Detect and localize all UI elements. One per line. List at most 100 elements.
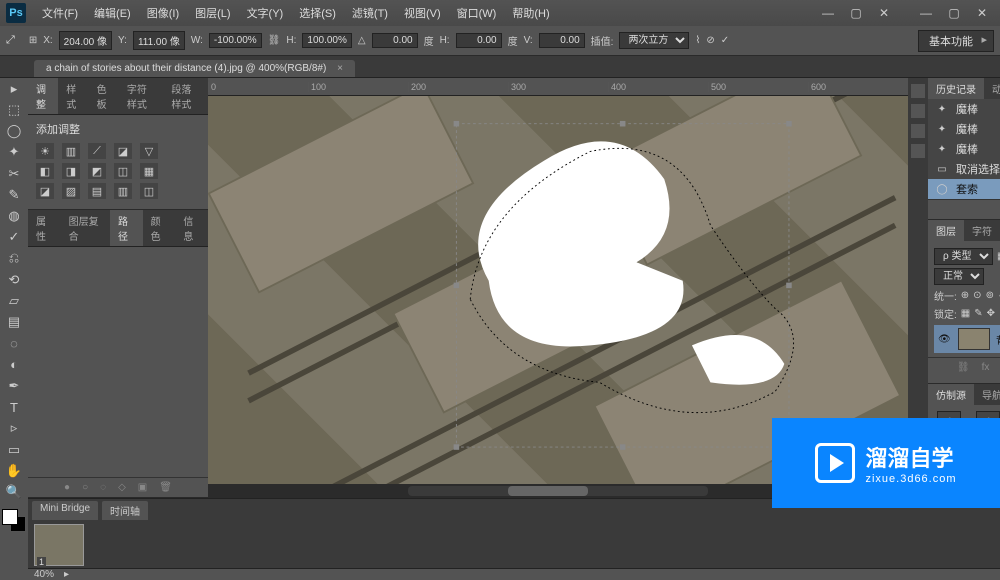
cancel-icon[interactable]: ⊘ bbox=[706, 35, 714, 46]
shape-tool[interactable]: ▭ bbox=[0, 439, 28, 460]
heal-tool[interactable]: ◍ bbox=[0, 205, 28, 226]
history-row[interactable]: ▭取消选择 bbox=[928, 159, 1000, 179]
tab-properties[interactable]: 属性 bbox=[28, 210, 61, 246]
adj-poster-icon[interactable]: ▨ bbox=[62, 183, 80, 199]
commit-icon[interactable]: ✓ bbox=[721, 35, 729, 46]
collapsed-icon[interactable] bbox=[911, 124, 925, 138]
menu-filter[interactable]: 滤镜(T) bbox=[344, 1, 396, 25]
hskew-input[interactable]: 0.00 bbox=[456, 33, 502, 48]
warp-icon[interactable]: ⌇ bbox=[695, 35, 700, 46]
close-tab-icon[interactable]: × bbox=[337, 63, 343, 74]
collapsed-icon[interactable] bbox=[911, 84, 925, 98]
adj-select-icon[interactable]: ◫ bbox=[140, 183, 158, 199]
menu-view[interactable]: 视图(V) bbox=[396, 1, 449, 25]
tab-paths[interactable]: 路径 bbox=[110, 210, 143, 246]
unify-pos-icon[interactable]: ⊕ bbox=[961, 290, 969, 301]
tab-color[interactable]: 颜色 bbox=[143, 210, 176, 246]
gradient-tool[interactable]: ▤ bbox=[0, 312, 28, 333]
adj-brightness-icon[interactable]: ☀ bbox=[36, 143, 54, 159]
ruler-horizontal[interactable]: 0 100 200 300 400 500 600 bbox=[208, 78, 908, 96]
tab-adjustments[interactable]: 调整 bbox=[28, 78, 58, 114]
collapsed-icon[interactable] bbox=[911, 144, 925, 158]
tab-clonesource[interactable]: 仿制源 bbox=[928, 384, 974, 405]
pen-tool[interactable]: ✒ bbox=[0, 375, 28, 396]
unify-vis-icon[interactable]: ⊙ bbox=[973, 290, 981, 301]
marquee-tool[interactable]: ⬚ bbox=[0, 99, 28, 120]
adj-mixer-icon[interactable]: ◫ bbox=[114, 163, 132, 179]
h-input[interactable]: 100.00% bbox=[302, 33, 351, 48]
adj-levels-icon[interactable]: ▥ bbox=[62, 143, 80, 159]
layer-item[interactable]: 👁 背景 🔒 bbox=[934, 325, 1000, 353]
y-input[interactable]: 111.00 像 bbox=[133, 31, 185, 50]
adj-map-icon[interactable]: ▥ bbox=[114, 183, 132, 199]
move-tool[interactable]: ▸ bbox=[0, 78, 28, 99]
document-tab[interactable]: a chain of stories about their distance … bbox=[34, 60, 355, 77]
tab-history[interactable]: 历史记录 bbox=[928, 78, 984, 99]
hand-tool[interactable]: ✋ bbox=[0, 460, 28, 481]
dodge-tool[interactable]: ◐ bbox=[0, 354, 28, 375]
history-row[interactable]: ✦魔棒 bbox=[928, 119, 1000, 139]
adj-hue-icon[interactable]: ◧ bbox=[36, 163, 54, 179]
blur-tool[interactable]: ◌ bbox=[0, 333, 28, 354]
vskew-input[interactable]: 0.00 bbox=[539, 33, 585, 48]
adj-photo-icon[interactable]: ◩ bbox=[88, 163, 106, 179]
history-row-selected[interactable]: ◯套索 bbox=[928, 179, 1000, 199]
path-new-icon[interactable]: ▣ bbox=[138, 482, 147, 493]
menu-type[interactable]: 文字(Y) bbox=[239, 1, 292, 25]
tab-timeline[interactable]: 时间轴 bbox=[102, 501, 148, 520]
status-info-icon[interactable]: ▸ bbox=[64, 569, 69, 580]
adj-lookup-icon[interactable]: ▦ bbox=[140, 163, 158, 179]
tab-layercomps[interactable]: 图层复合 bbox=[61, 210, 110, 246]
w-input[interactable]: -100.00% bbox=[209, 33, 262, 48]
adj-curves-icon[interactable]: ⟋ bbox=[88, 143, 106, 159]
adj-invert-icon[interactable]: ◪ bbox=[36, 183, 54, 199]
crop-tool[interactable]: ✂ bbox=[0, 163, 28, 184]
color-swatch[interactable] bbox=[2, 509, 26, 532]
layer-fx-icon[interactable]: fx bbox=[982, 362, 990, 379]
tab-layers[interactable]: 图层 bbox=[928, 220, 964, 241]
x-input[interactable]: 204.00 像 bbox=[59, 31, 112, 50]
mini-thumbnail[interactable]: 1 bbox=[34, 524, 84, 566]
tab-swatches[interactable]: 色板 bbox=[89, 78, 119, 114]
tab-charstyles[interactable]: 字符样式 bbox=[119, 78, 164, 114]
eye-icon[interactable]: 👁 bbox=[938, 334, 952, 345]
scrollbar-thumb[interactable] bbox=[508, 486, 588, 496]
menu-window[interactable]: 窗口(W) bbox=[449, 1, 505, 25]
collapsed-icon[interactable] bbox=[911, 104, 925, 118]
link-icon[interactable]: ⛓ bbox=[268, 35, 281, 46]
lock-trans-icon[interactable]: ▦ bbox=[961, 308, 970, 319]
stamp-tool[interactable]: ⎌ bbox=[0, 248, 28, 269]
adj-vibrance-icon[interactable]: ▽ bbox=[140, 143, 158, 159]
lock-pos-icon[interactable]: ✥ bbox=[987, 308, 995, 319]
inner-min-button[interactable]: — bbox=[816, 5, 840, 21]
layer-filter-select[interactable]: ρ 类型 bbox=[934, 248, 993, 265]
eyedropper-tool[interactable]: ✎ bbox=[0, 184, 28, 205]
history-row[interactable]: ✦魔棒 bbox=[928, 139, 1000, 159]
transform-icon[interactable]: ⤢ bbox=[6, 34, 15, 47]
menu-select[interactable]: 选择(S) bbox=[291, 1, 344, 25]
tab-actions[interactable]: 动作 bbox=[984, 78, 1000, 99]
lock-pixel-icon[interactable]: ✎ bbox=[974, 308, 982, 319]
path-selection-icon[interactable]: ◌ bbox=[100, 482, 106, 493]
layer-thumbnail[interactable] bbox=[958, 328, 990, 350]
history-row[interactable]: ✦魔棒 bbox=[928, 99, 1000, 119]
close-button[interactable]: ✕ bbox=[970, 5, 994, 21]
scrollbar-horizontal[interactable] bbox=[408, 486, 708, 496]
path-fill-icon[interactable]: ● bbox=[64, 482, 70, 493]
minimize-button[interactable]: — bbox=[914, 5, 938, 21]
menu-image[interactable]: 图像(I) bbox=[139, 1, 187, 25]
link-layers-icon[interactable]: ⛓ bbox=[957, 362, 970, 379]
menu-file[interactable]: 文件(F) bbox=[34, 1, 86, 25]
fg-color[interactable] bbox=[2, 509, 18, 525]
path-stroke-icon[interactable]: ○ bbox=[82, 482, 88, 493]
history-brush-tool[interactable]: ⟲ bbox=[0, 269, 28, 290]
angle-input[interactable]: 0.00 bbox=[372, 33, 418, 48]
brush-tool[interactable]: ✓ bbox=[0, 227, 28, 248]
adj-thresh-icon[interactable]: ▤ bbox=[88, 183, 106, 199]
path-select-tool[interactable]: ▹ bbox=[0, 418, 28, 439]
tab-character[interactable]: 字符 bbox=[964, 220, 1000, 241]
menu-edit[interactable]: 编辑(E) bbox=[86, 1, 139, 25]
inner-close-button[interactable]: ✕ bbox=[872, 5, 896, 21]
adj-exposure-icon[interactable]: ◪ bbox=[114, 143, 132, 159]
path-delete-icon[interactable]: 🗑 bbox=[159, 482, 172, 493]
